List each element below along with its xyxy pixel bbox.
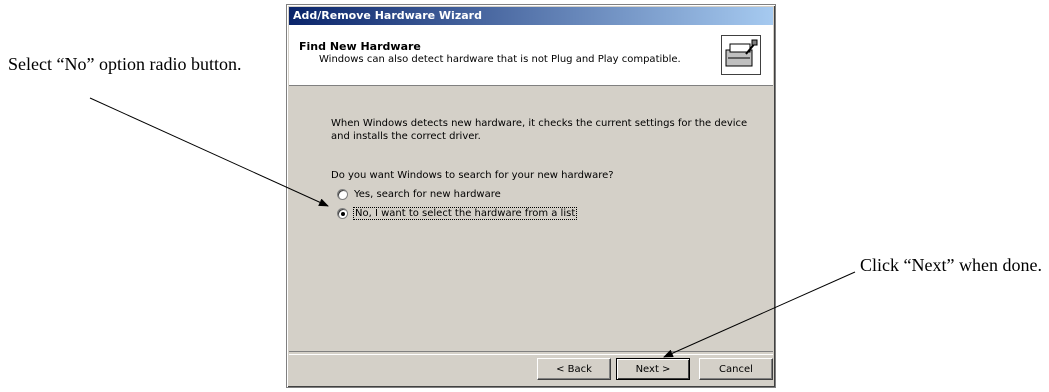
hardware-wizard-icon [721, 35, 761, 75]
page-title: Find New Hardware [299, 40, 421, 53]
radio-yes-label[interactable]: Yes, search for new hardware [354, 189, 501, 200]
next-button[interactable]: Next > [616, 358, 690, 380]
wizard-dialog: Add/Remove Hardware Wizard Find New Hard… [286, 4, 776, 388]
callout-click-next: Click “Next” when done. [860, 255, 1042, 275]
cancel-button[interactable]: Cancel [699, 358, 773, 380]
radio-option-no[interactable]: No, I want to select the hardware from a… [337, 207, 578, 220]
back-button[interactable]: < Back [537, 358, 611, 380]
radio-yes-button[interactable] [337, 189, 348, 200]
radio-no-button[interactable] [337, 208, 348, 219]
wizard-header: Find New Hardware Windows can also detec… [289, 25, 773, 86]
radio-no-label[interactable]: No, I want to select the hardware from a… [352, 207, 578, 220]
question-text: Do you want Windows to search for your n… [331, 170, 614, 181]
radio-option-yes[interactable]: Yes, search for new hardware [337, 189, 501, 200]
callout-select-no: Select “No” option radio button. [8, 54, 242, 74]
page-subtitle: Windows can also detect hardware that is… [319, 54, 681, 65]
description-text: When Windows detects new hardware, it ch… [331, 118, 748, 142]
dialog-titlebar: Add/Remove Hardware Wizard [289, 7, 773, 25]
footer-divider [289, 351, 773, 355]
